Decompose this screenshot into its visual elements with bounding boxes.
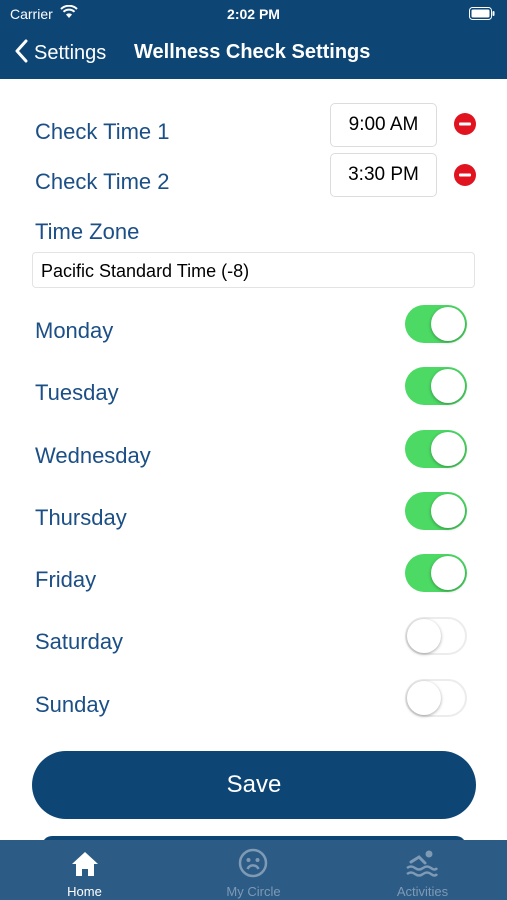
tab-home-label: Home bbox=[67, 884, 102, 899]
remove-check-time-1-icon[interactable] bbox=[454, 113, 476, 135]
saturday-toggle[interactable] bbox=[405, 617, 467, 655]
day-label-sunday: Sunday bbox=[35, 692, 110, 717]
thursday-toggle[interactable] bbox=[405, 492, 467, 530]
day-label-tuesday: Tuesday bbox=[35, 380, 119, 405]
back-label: Settings bbox=[34, 41, 107, 64]
sunday-toggle[interactable] bbox=[405, 679, 467, 717]
status-time: 2:02 PM bbox=[227, 6, 280, 22]
nav-bar: Settings Wellness Check Settings bbox=[0, 28, 507, 79]
app-header: Carrier 2:02 PM Settings Wellness Check … bbox=[0, 0, 507, 79]
time-zone-label: Time Zone bbox=[35, 219, 140, 244]
day-label-friday: Friday bbox=[35, 567, 97, 592]
check-time-2-field[interactable]: 3:30 PM bbox=[330, 153, 437, 197]
tab-home[interactable]: Home bbox=[0, 840, 169, 900]
tuesday-toggle[interactable] bbox=[405, 367, 467, 405]
tab-my-circle-label: My Circle bbox=[226, 884, 281, 899]
check-time-1-field[interactable]: 9:00 AM bbox=[330, 103, 437, 147]
remove-check-time-2-icon[interactable] bbox=[454, 164, 476, 186]
monday-toggle[interactable] bbox=[405, 305, 467, 343]
page-title: Wellness Check Settings bbox=[134, 41, 371, 63]
tab-activities[interactable]: Activities bbox=[338, 840, 507, 900]
battery-icon bbox=[469, 7, 495, 25]
time-zone-field[interactable]: Pacific Standard Time (-8) bbox=[32, 252, 475, 288]
tab-bar: Home My Circle Activities bbox=[0, 840, 507, 900]
chevron-left-icon bbox=[14, 39, 28, 68]
check-time-2-label: Check Time 2 bbox=[35, 169, 170, 194]
day-label-saturday: Saturday bbox=[35, 629, 124, 654]
day-label-thursday: Thursday bbox=[35, 505, 127, 530]
tab-activities-label: Activities bbox=[396, 884, 449, 899]
friday-toggle[interactable] bbox=[405, 554, 467, 592]
back-button[interactable]: Settings bbox=[14, 38, 106, 68]
day-label-monday: Monday bbox=[35, 318, 114, 343]
status-bar: Carrier 2:02 PM bbox=[0, 0, 507, 28]
check-time-1-label: Check Time 1 bbox=[35, 119, 170, 144]
save-button[interactable]: Save bbox=[32, 751, 476, 819]
day-label-wednesday: Wednesday bbox=[35, 443, 151, 468]
wednesday-toggle[interactable] bbox=[405, 430, 467, 468]
tab-my-circle[interactable]: My Circle bbox=[169, 840, 338, 900]
